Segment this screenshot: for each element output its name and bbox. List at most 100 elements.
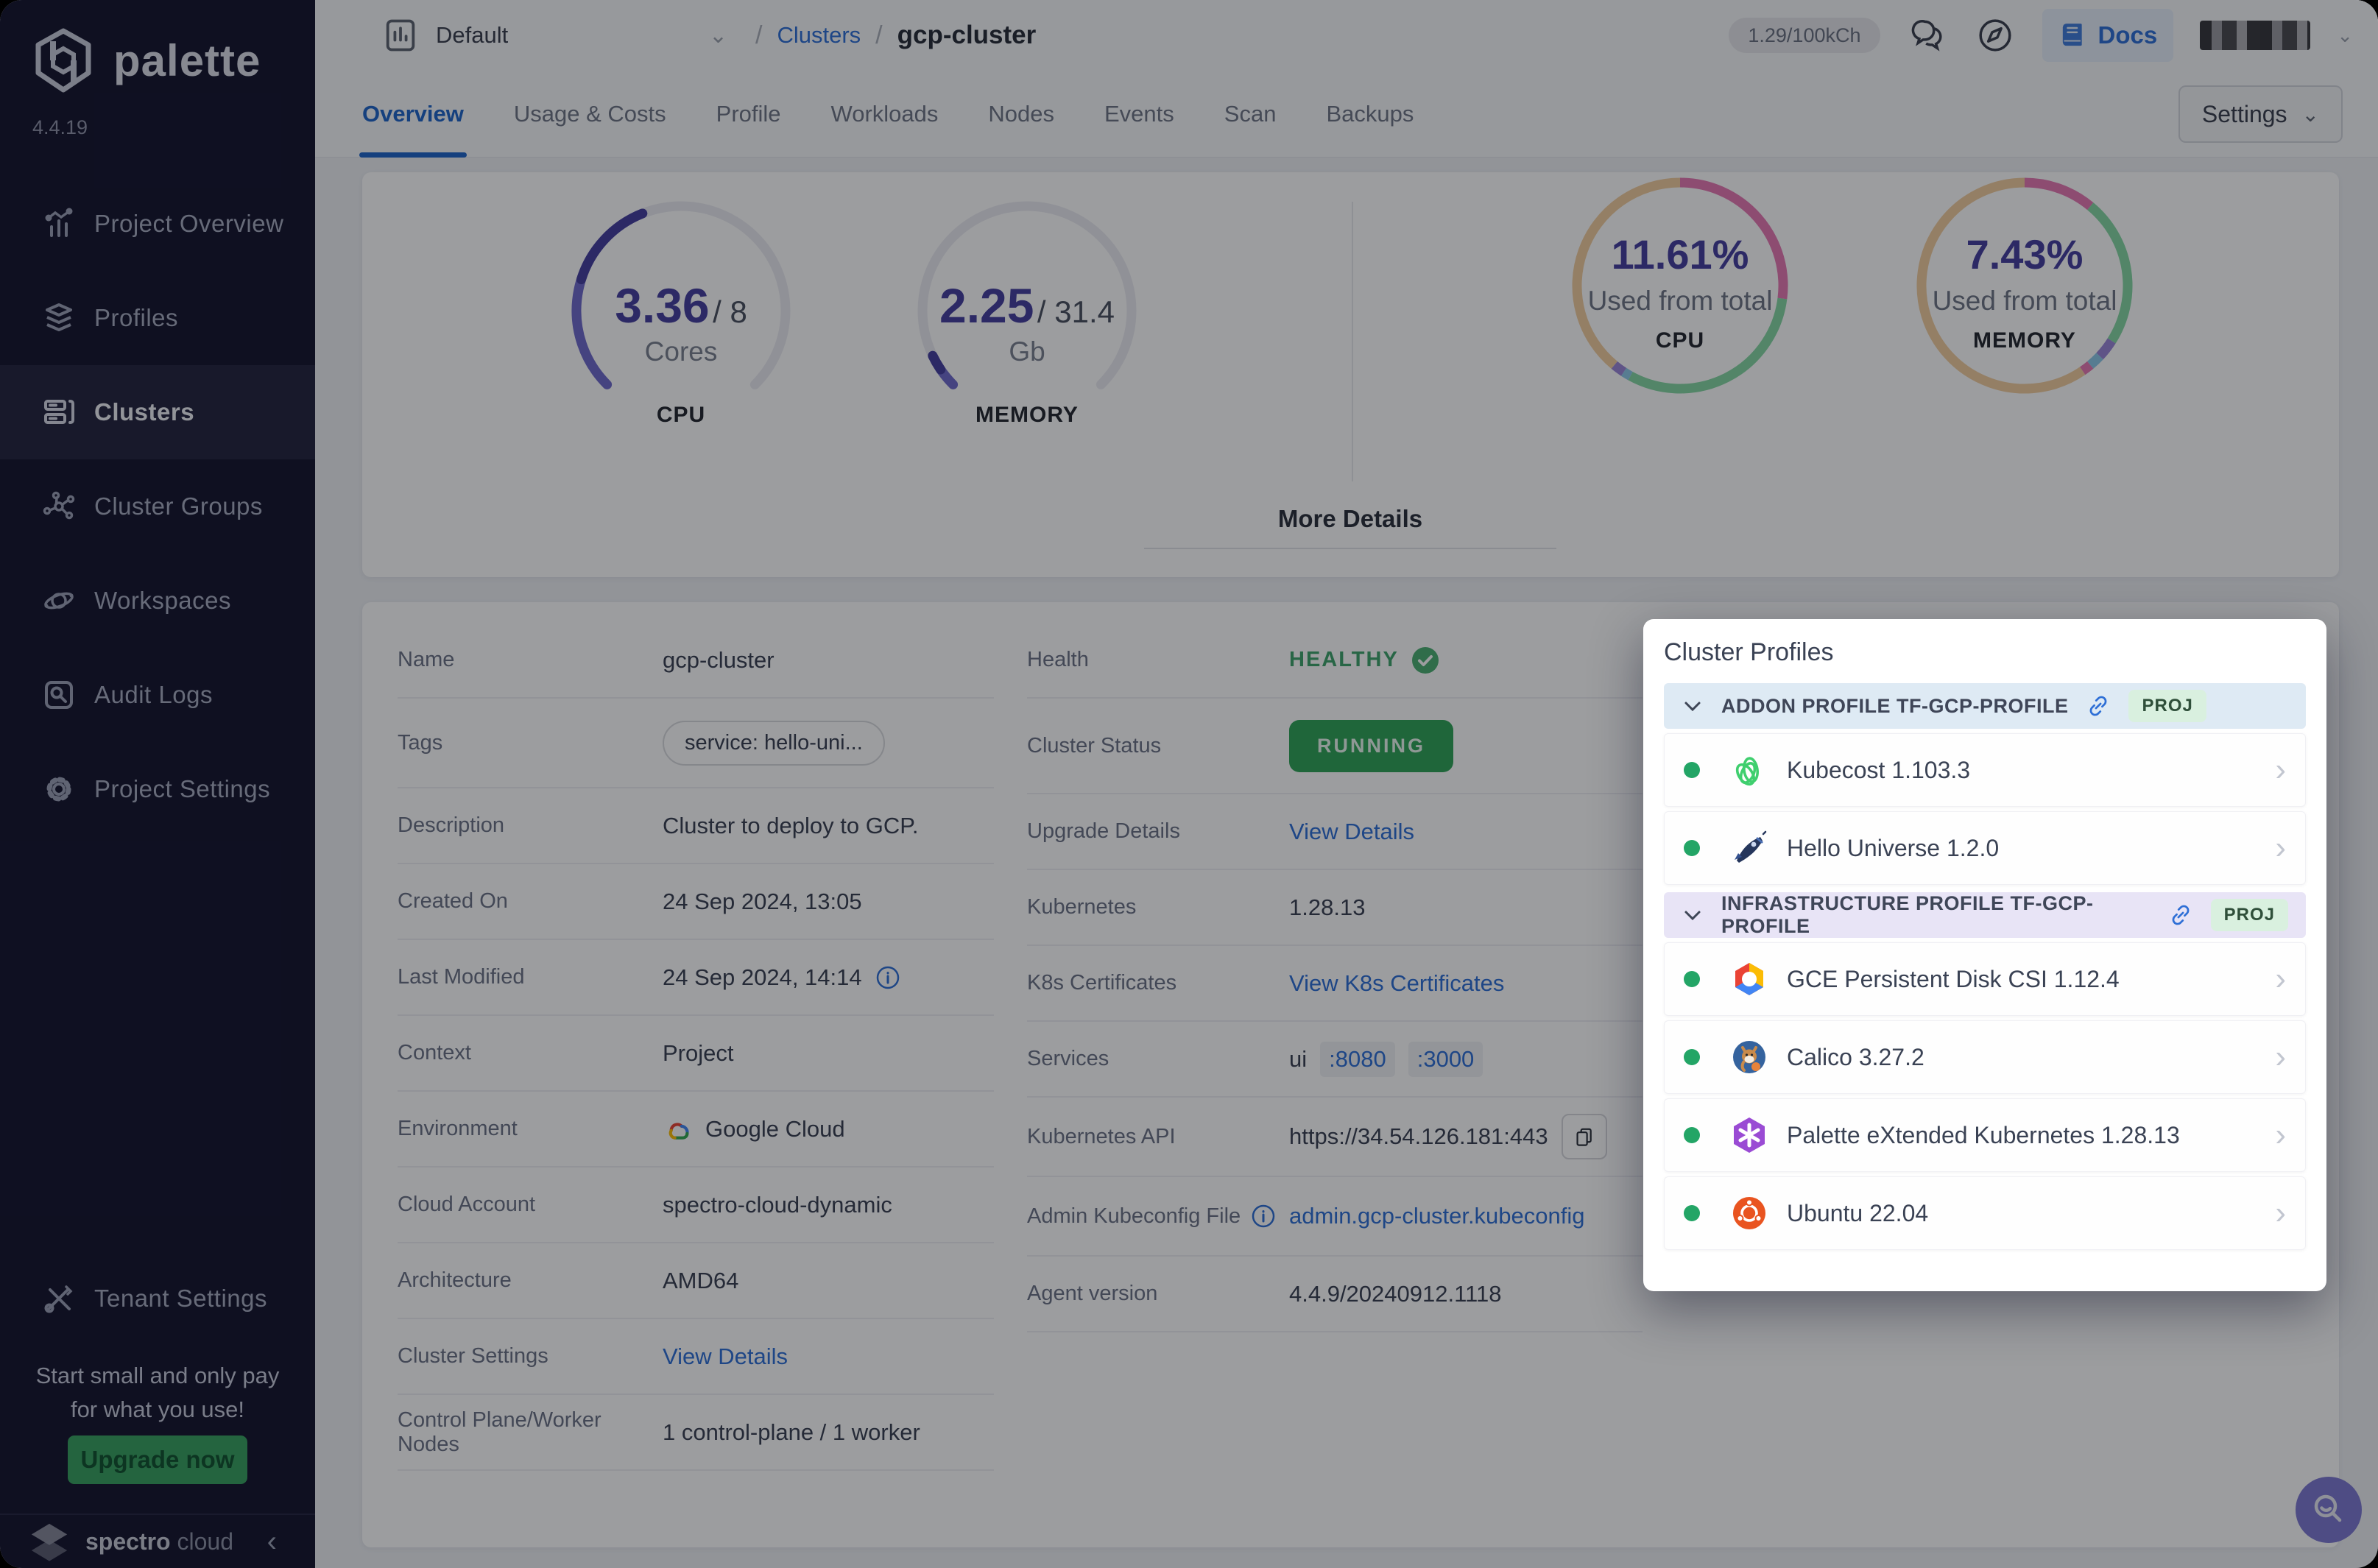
- tab-nodes[interactable]: Nodes: [988, 71, 1054, 158]
- cluster-tabs: Overview Usage & Costs Profile Workloads…: [359, 71, 1414, 158]
- search-smile-icon: [2314, 1494, 2342, 1522]
- compass-icon[interactable]: [1975, 15, 2016, 56]
- settings-button-label: Settings: [2201, 100, 2287, 127]
- upgrade-view-details-link[interactable]: View Details: [1289, 819, 1414, 845]
- sidebar-item-clusters[interactable]: Clusters: [0, 365, 315, 459]
- profile-pack-row-hello-universe[interactable]: Hello Universe 1.2.0 ›: [1664, 811, 2306, 885]
- tab-profile[interactable]: Profile: [716, 71, 781, 158]
- detail-row-cloud-account: Cloud Account spectro-cloud-dynamic: [398, 1168, 994, 1243]
- cpu-total-value: / 8: [713, 294, 747, 329]
- tab-scan[interactable]: Scan: [1224, 71, 1277, 158]
- sidebar-item-label: Project Overview: [94, 210, 284, 237]
- profile-pack-row-ubuntu[interactable]: Ubuntu 22.04 ›: [1664, 1176, 2306, 1250]
- tab-workloads[interactable]: Workloads: [831, 71, 939, 158]
- palette-logo[interactable]: palette: [28, 25, 261, 96]
- service-port-link[interactable]: :3000: [1408, 1041, 1483, 1077]
- sidebar-item-label: Audit Logs: [94, 681, 213, 708]
- infrastructure-profile-header[interactable]: INFRASTRUCTURE PROFILE TF-GCP-PROFILE PR…: [1664, 892, 2306, 938]
- sidebar-item-label: Clusters: [94, 398, 195, 425]
- spectro-cloud-logo-icon: [31, 1523, 68, 1561]
- profile-pack-row-gce-csi[interactable]: GCE Persistent Disk CSI 1.12.4 ›: [1664, 942, 2306, 1016]
- docs-label: Docs: [2097, 21, 2158, 49]
- info-icon[interactable]: [1251, 1204, 1276, 1229]
- audit-logs-icon: [45, 681, 73, 709]
- chevron-down-icon: ⌄: [2301, 102, 2319, 126]
- cluster-tabs-bar: Overview Usage & Costs Profile Workloads…: [315, 71, 2378, 158]
- sidebar-collapse-icon[interactable]: ‹: [267, 1525, 277, 1558]
- gce-persistent-disk-logo-icon: [1735, 963, 1763, 995]
- running-status-badge[interactable]: RUNNING: [1289, 719, 1453, 772]
- cluster-settings-view-details-link[interactable]: View Details: [663, 1343, 788, 1370]
- more-details-button[interactable]: More Details: [1144, 505, 1556, 549]
- tab-overview[interactable]: Overview: [359, 71, 467, 158]
- sidebar-item-workspaces[interactable]: Workspaces: [0, 554, 315, 648]
- pack-status-dot: [1684, 971, 1700, 987]
- breadcrumb: / Clusters / gcp-cluster: [755, 0, 1036, 71]
- detail-row-tags: Tags service: hello-uni...: [398, 699, 994, 788]
- pack-name: Palette eXtended Kubernetes 1.28.13: [1787, 1121, 2180, 1148]
- chevron-right-icon: ›: [2275, 961, 2286, 997]
- memory-gauge: 2.25 / 31.4 Gb MEMORY: [906, 189, 1149, 436]
- search-assistant-fab[interactable]: [2296, 1477, 2362, 1543]
- usage-overview-card: 3.36 / 8 Cores CPU 2.25 / 31.4 Gb MEMORY: [362, 172, 2339, 577]
- sidebar: palette 4.4.19 Project Overview Profiles: [0, 0, 315, 1568]
- upgrade-promo-text: Start small and only pay for what you us…: [35, 1363, 280, 1422]
- profile-pack-row-kubecost[interactable]: Kubecost 1.103.3 ›: [1664, 733, 2306, 807]
- google-cloud-icon: [668, 1122, 689, 1140]
- pack-name: GCE Persistent Disk CSI 1.12.4: [1787, 965, 2120, 992]
- tag-pill[interactable]: service: hello-uni...: [663, 720, 885, 766]
- project-selector-value: Default: [436, 22, 509, 48]
- docs-button[interactable]: Docs: [2042, 9, 2174, 62]
- chevron-down-icon: [1684, 911, 1701, 921]
- memory-total-value: / 31.4: [1037, 294, 1115, 329]
- detail-row-k8s-certificates: K8s Certificates View K8s Certificates: [1027, 946, 1643, 1022]
- service-port-link[interactable]: :8080: [1320, 1041, 1395, 1077]
- sidebar-item-label: Workspaces: [94, 587, 231, 614]
- pack-status-dot: [1684, 1049, 1700, 1065]
- cpu-usage-donut: 11.61% Used from total CPU: [1570, 175, 1790, 400]
- project-selector[interactable]: Default ⌄: [381, 10, 727, 60]
- detail-row-name: Name gcp-cluster: [398, 623, 994, 699]
- detail-row-last-modified: Last Modified 24 Sep 2024, 14:14: [398, 940, 994, 1016]
- clusters-icon: [44, 400, 74, 424]
- copy-button[interactable]: [1561, 1114, 1607, 1159]
- healthy-check-icon: [1411, 646, 1439, 674]
- view-k8s-certificates-link[interactable]: View K8s Certificates: [1289, 970, 1504, 997]
- pack-status-dot: [1684, 840, 1700, 856]
- sidebar-item-project-settings[interactable]: Project Settings: [0, 742, 315, 836]
- upgrade-now-button[interactable]: Upgrade now: [68, 1435, 247, 1484]
- detail-row-admin-kubeconfig: Admin Kubeconfig File admin.gcp-cluster.…: [1027, 1177, 1643, 1257]
- sidebar-item-project-overview[interactable]: Project Overview: [0, 177, 315, 271]
- settings-button[interactable]: Settings ⌄: [2178, 85, 2343, 143]
- memory-gauge-label: MEMORY: [975, 403, 1079, 427]
- card-divider: [1352, 202, 1353, 481]
- sidebar-item-cluster-groups[interactable]: Cluster Groups: [0, 459, 315, 554]
- pack-status-dot: [1684, 1127, 1700, 1143]
- chevron-down-icon[interactable]: ⌄: [2337, 24, 2353, 47]
- admin-kubeconfig-link[interactable]: admin.gcp-cluster.kubeconfig: [1289, 1203, 1585, 1229]
- detail-row-upgrade-details: Upgrade Details View Details: [1027, 794, 1643, 870]
- tab-usage-costs[interactable]: Usage & Costs: [514, 71, 666, 158]
- pack-name: Ubuntu 22.04: [1787, 1199, 1929, 1226]
- sidebar-item-profiles[interactable]: Profiles: [0, 271, 315, 365]
- sidebar-item-audit-logs[interactable]: Audit Logs: [0, 648, 315, 742]
- addon-profile-header[interactable]: ADDON PROFILE TF-GCP-PROFILE PROJ: [1664, 683, 2306, 729]
- info-icon[interactable]: [875, 965, 900, 990]
- sidebar-item-tenant-settings[interactable]: Tenant Settings: [0, 1251, 315, 1346]
- profile-pack-row-calico[interactable]: Calico 3.27.2 ›: [1664, 1020, 2306, 1094]
- user-name-redacted[interactable]: [2200, 21, 2311, 50]
- cpu-gauge: 3.36 / 8 Cores CPU: [560, 189, 802, 436]
- tab-events[interactable]: Events: [1104, 71, 1174, 158]
- project-settings-icon: [46, 777, 71, 802]
- chat-icon[interactable]: [1907, 15, 1948, 56]
- cpu-unit: Cores: [644, 336, 718, 367]
- profile-pack-row-pxk[interactable]: Palette eXtended Kubernetes 1.28.13 ›: [1664, 1098, 2306, 1172]
- cpu-used-value: 3.36: [615, 278, 710, 333]
- breadcrumb-clusters-link[interactable]: Clusters: [777, 22, 861, 49]
- tab-backups[interactable]: Backups: [1326, 71, 1414, 158]
- cluster-name-value: gcp-cluster: [663, 646, 775, 673]
- cpu-gauge-label: CPU: [656, 403, 706, 427]
- app-version: 4.4.19: [32, 116, 88, 138]
- profiles-icon: [46, 303, 72, 331]
- cpu-usage-caption: Used from total: [1587, 286, 1773, 316]
